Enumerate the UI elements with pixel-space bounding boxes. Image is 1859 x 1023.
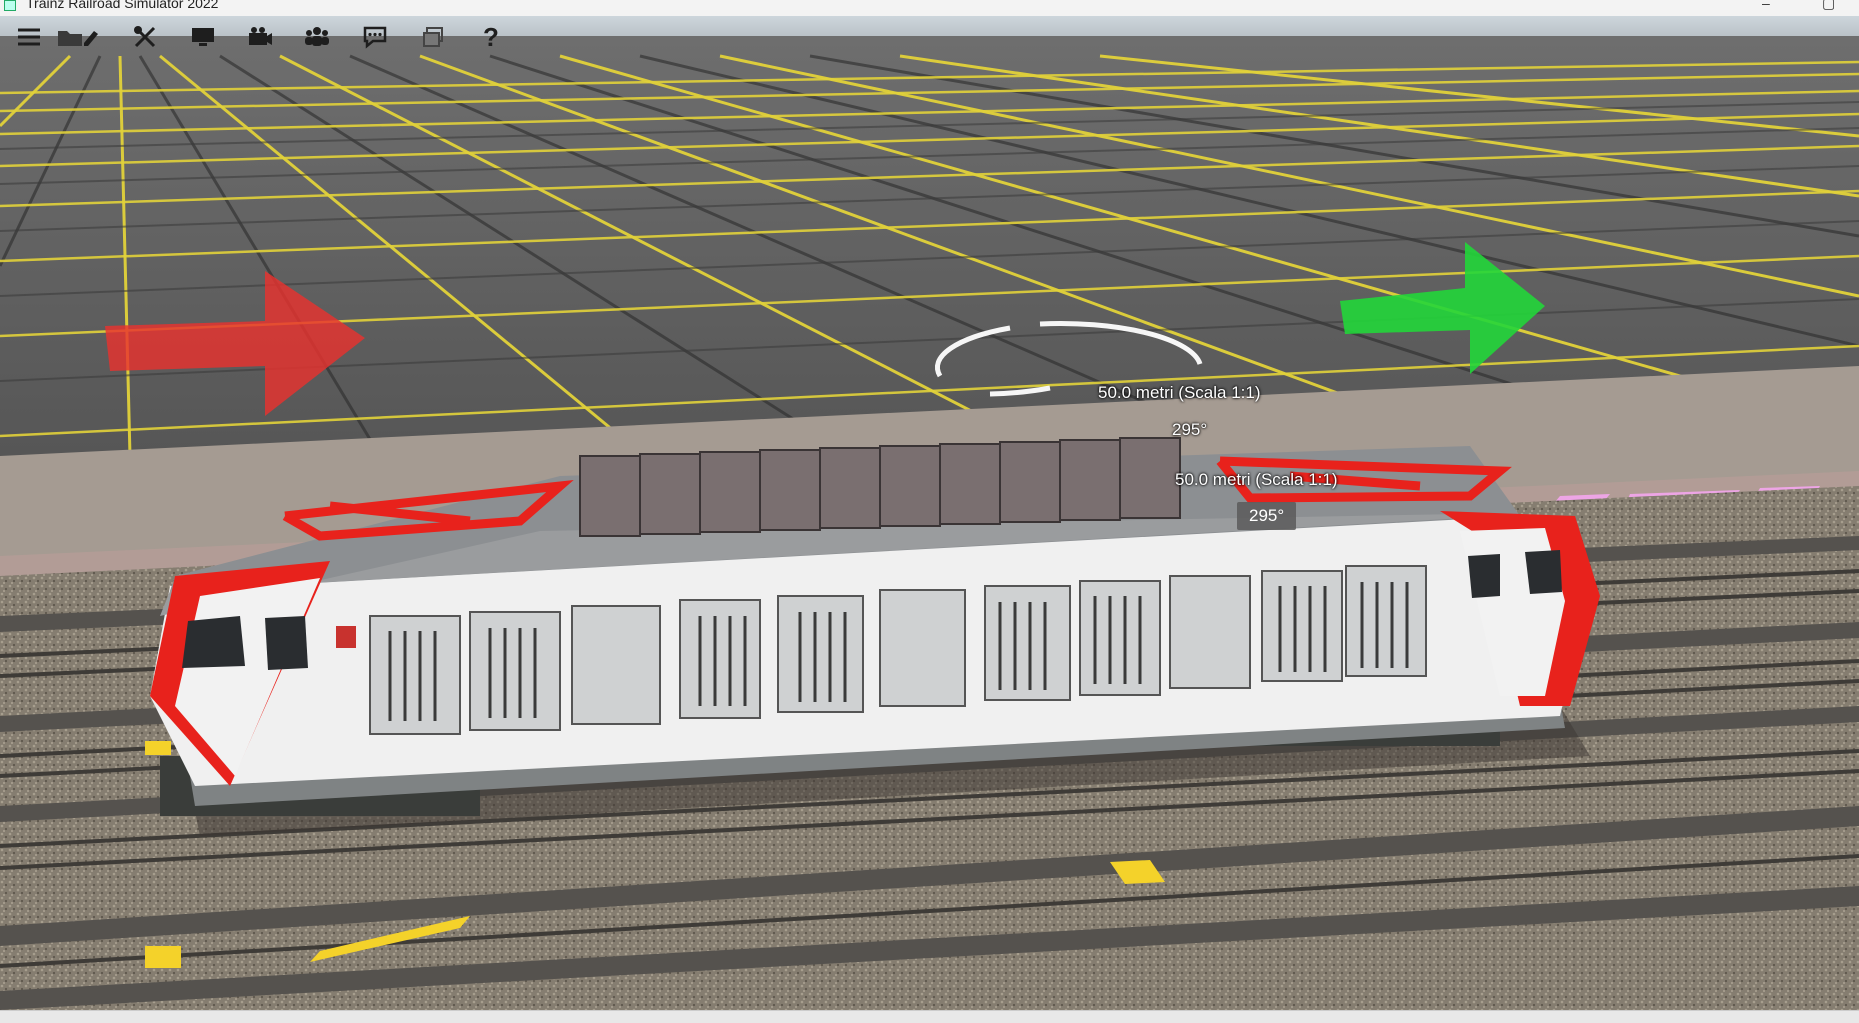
app-icon [4, 0, 16, 11]
distance-label-2: 50.0 metri (Scala 1:1) [1175, 470, 1338, 489]
help-icon[interactable]: ? [476, 22, 506, 52]
chat-icon[interactable] [360, 22, 390, 52]
maximize-icon[interactable]: ▢ [1822, 0, 1835, 10]
distance-label-1: 50.0 metri (Scala 1:1) [1098, 383, 1261, 402]
tools-icon[interactable] [130, 22, 160, 52]
hamburger-menu-icon[interactable] [14, 22, 44, 52]
taskbar [0, 1010, 1859, 1023]
monitor-icon[interactable] [188, 22, 218, 52]
main-toolbar: ? [0, 16, 520, 56]
window-title: Trainz Railroad Simulator 2022 [26, 0, 219, 11]
windows-icon[interactable] [418, 22, 448, 52]
window-titlebar: Trainz Railroad Simulator 2022 – ▢ [0, 0, 1859, 16]
folder-edit-icon[interactable] [56, 22, 100, 52]
scene-graphics [0, 16, 1859, 1010]
camera-icon[interactable] [245, 22, 275, 52]
people-icon[interactable] [302, 22, 332, 52]
angle-badge: 295° [1237, 502, 1297, 530]
3d-viewport[interactable] [0, 16, 1859, 1010]
angle-label-1: 295° [1172, 420, 1208, 439]
minimize-icon[interactable]: – [1762, 0, 1770, 10]
